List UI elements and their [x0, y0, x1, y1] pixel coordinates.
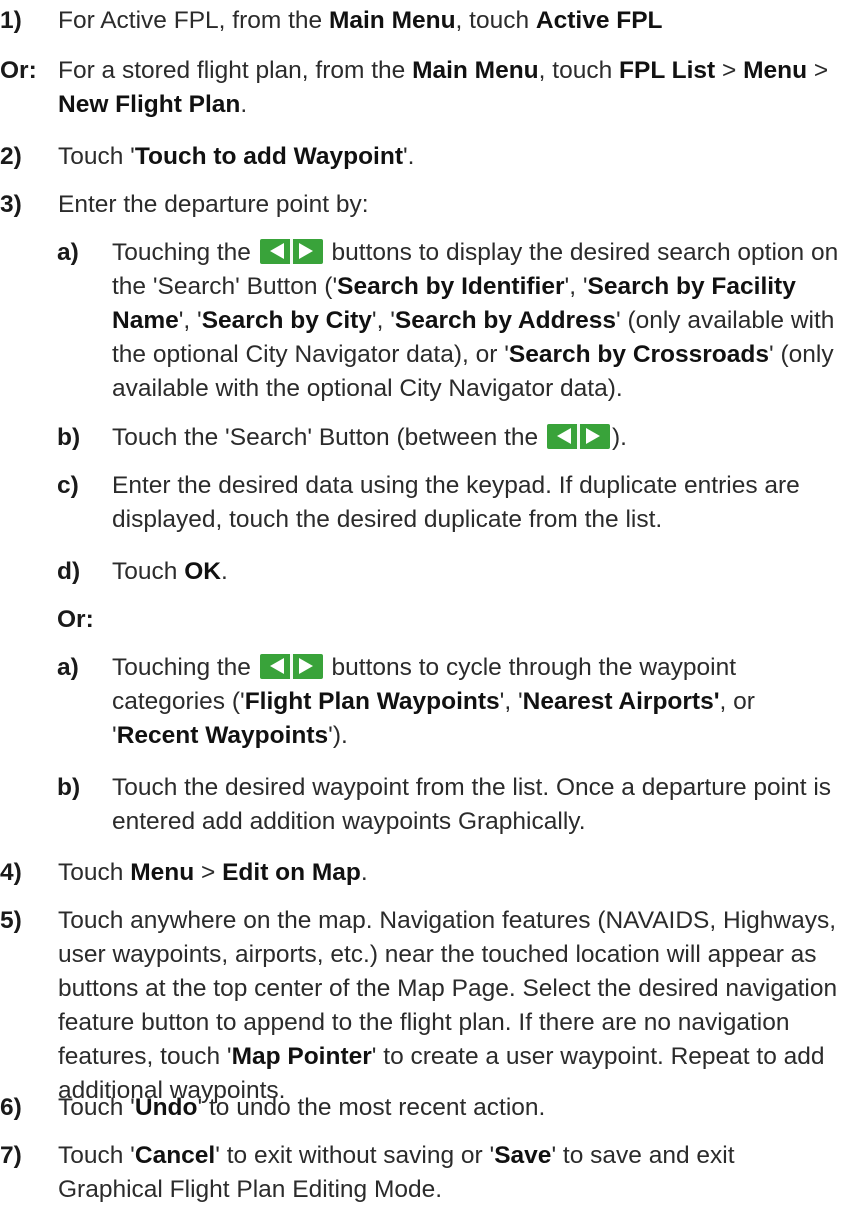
step-text: Touch 'Cancel' to exit without saving or…: [58, 1142, 735, 1203]
step-3: 3) Enter the departure point by:: [0, 188, 843, 222]
step-text: Touch 'Undo' to undo the most recent act…: [58, 1094, 546, 1121]
step-6: 6) Touch 'Undo' to undo the most recent …: [0, 1091, 843, 1125]
substep-letter: c): [57, 472, 79, 499]
step-text: Touch anywhere on the map. Navigation fe…: [58, 907, 838, 1104]
step-number: 4): [0, 859, 22, 886]
step-number: 3): [0, 191, 22, 218]
step-3a: a) Touching the buttons to display the d…: [0, 236, 843, 406]
left-right-arrow-buttons-icon: [259, 239, 323, 264]
step-3c: c) Enter the desired data using the keyp…: [0, 469, 843, 537]
step-3a-alt: a) Touching the buttons to cycle through…: [0, 651, 843, 753]
left-right-arrow-buttons-icon: [259, 654, 323, 679]
step-or-stored-plan: Or: For a stored flight plan, from the M…: [0, 54, 843, 122]
substep-letter: a): [57, 654, 79, 681]
step-text: For Active FPL, from the Main Menu, touc…: [58, 7, 663, 34]
step-number: 7): [0, 1142, 22, 1169]
step-text: Touch the desired waypoint from the list…: [112, 774, 832, 835]
step-text: Enter the desired data using the keypad.…: [112, 472, 800, 533]
step-2: 2) Touch 'Touch to add Waypoint'.: [0, 140, 843, 174]
step-number: 5): [0, 907, 22, 934]
substep-letter: a): [57, 239, 79, 266]
step-7: 7) Touch 'Cancel' to exit without saving…: [0, 1139, 843, 1207]
step-number: Or:: [0, 57, 37, 84]
step-5: 5) Touch anywhere on the map. Navigation…: [0, 904, 843, 1108]
step-3b: b) Touch the 'Search' Button (between th…: [0, 421, 843, 455]
step-number: 6): [0, 1094, 22, 1121]
step-number: 1): [0, 7, 22, 34]
step-number: Or:: [57, 606, 94, 633]
step-text: Touching the buttons to cycle through th…: [112, 654, 755, 749]
substep-letter: d): [57, 558, 81, 585]
left-right-arrow-buttons-icon: [546, 424, 610, 449]
step-1: 1) For Active FPL, from the Main Menu, t…: [0, 4, 843, 38]
step-text: Enter the departure point by:: [58, 191, 369, 218]
step-text: Touching the buttons to display the desi…: [112, 239, 839, 402]
step-4: 4) Touch Menu > Edit on Map.: [0, 856, 843, 890]
step-text: Touch 'Touch to add Waypoint'.: [58, 143, 415, 170]
step-text: Touch the 'Search' Button (between the )…: [112, 424, 627, 451]
substep-letter: b): [57, 774, 81, 801]
step-3d: d) Touch OK.: [0, 555, 843, 589]
step-text: For a stored flight plan, from the Main …: [58, 57, 829, 118]
step-number: 2): [0, 143, 22, 170]
step-text: Touch OK.: [112, 558, 228, 585]
step-3b-alt: b) Touch the desired waypoint from the l…: [0, 771, 843, 839]
substep-letter: b): [57, 424, 81, 451]
step-text: Touch Menu > Edit on Map.: [58, 859, 368, 886]
